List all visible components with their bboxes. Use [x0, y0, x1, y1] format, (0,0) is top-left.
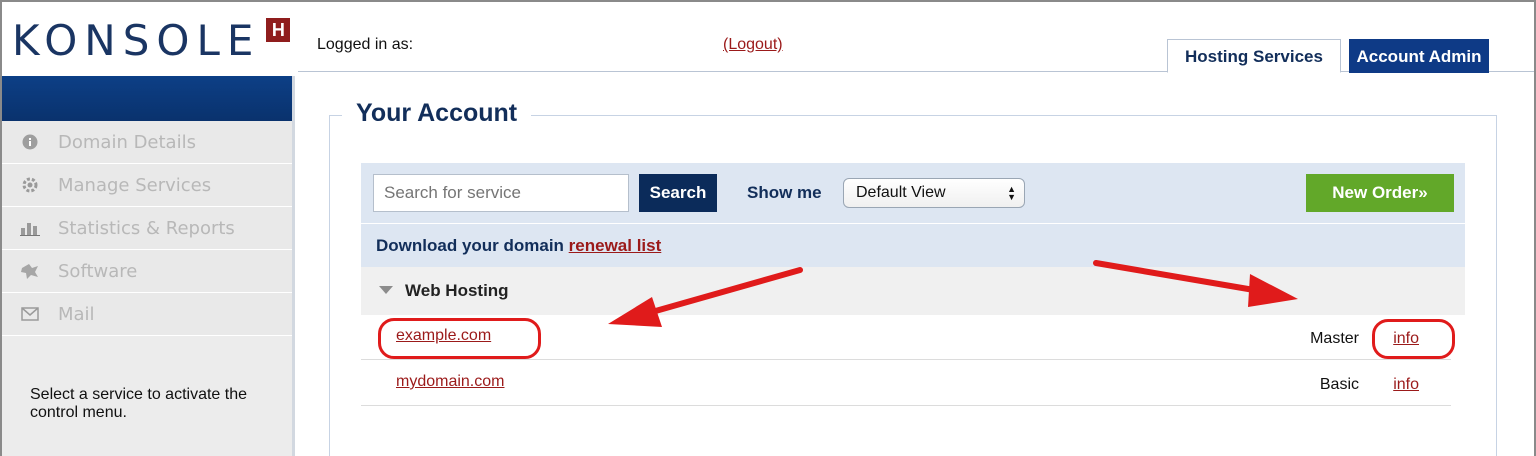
- view-select-value: Default View: [856, 184, 946, 201]
- collapse-triangle-icon: [379, 286, 393, 294]
- envelope-icon: [20, 305, 40, 323]
- sidebar: Domain Details Manage Services Statistic…: [2, 76, 295, 456]
- sidebar-item-software[interactable]: Software: [2, 250, 292, 293]
- sidebar-item-label: Software: [58, 260, 138, 282]
- sidebar-item-label: Manage Services: [58, 174, 212, 196]
- web-hosting-group[interactable]: Web Hosting: [361, 267, 1465, 315]
- sidebar-message: Select a service to activate the control…: [30, 386, 247, 421]
- renewal-list-link[interactable]: renewal list: [569, 236, 662, 255]
- sidebar-header-bar: [2, 76, 292, 121]
- search-input[interactable]: [373, 174, 629, 212]
- app-window: KONSOLE H Logged in as: (Logout) Hosting…: [0, 0, 1536, 456]
- plan-type: Master: [1310, 330, 1359, 347]
- logged-in-label: Logged in as:: [317, 36, 414, 53]
- select-arrows-icon: ▲ ▼: [1007, 184, 1016, 202]
- info-link[interactable]: info: [1393, 330, 1419, 348]
- domain-link[interactable]: mydomain.com: [396, 373, 504, 391]
- group-label: Web Hosting: [405, 281, 509, 300]
- renewal-text: Download your domain: [376, 236, 569, 255]
- info-link[interactable]: info: [1393, 376, 1419, 394]
- konsole-logo: KONSOLE H: [12, 16, 291, 66]
- renewal-row: Download your domain renewal list: [361, 223, 1465, 267]
- logout-link[interactable]: (Logout): [723, 36, 783, 54]
- plan-type: Basic: [1319, 376, 1359, 393]
- sidebar-item-statistics-reports[interactable]: Statistics & Reports: [2, 207, 292, 250]
- service-toolbar: Search Show me Default View ▲▼ New Order…: [361, 163, 1465, 223]
- tab-account-admin[interactable]: Account Admin: [1349, 39, 1489, 73]
- page-title: Your Account: [342, 99, 532, 128]
- sidebar-item-mail[interactable]: Mail: [2, 293, 292, 336]
- logo-text: KONSOLE: [12, 16, 261, 65]
- table-row: example.com Master info: [361, 315, 1451, 360]
- logo-badge: H: [266, 18, 291, 42]
- sidebar-item-label: Statistics & Reports: [58, 217, 235, 239]
- puzzle-icon: [20, 262, 40, 280]
- tab-hosting-services[interactable]: Hosting Services: [1167, 39, 1341, 73]
- sidebar-item-manage-services[interactable]: Manage Services: [2, 164, 292, 207]
- sidebar-item-label: Domain Details: [58, 131, 196, 153]
- gear-icon: [20, 176, 40, 194]
- new-order-button[interactable]: New Order»: [1306, 174, 1454, 212]
- domain-link[interactable]: example.com: [396, 327, 491, 345]
- table-row: mydomain.com Basic info: [361, 361, 1451, 406]
- bar-chart-icon: [20, 219, 40, 237]
- sidebar-item-label: Mail: [58, 303, 95, 325]
- info-icon: [20, 133, 40, 151]
- view-select[interactable]: Default View ▲ ▼: [843, 178, 1025, 208]
- show-me-label: Show me: [747, 183, 822, 202]
- search-button[interactable]: Search: [639, 174, 717, 212]
- sidebar-item-domain-details[interactable]: Domain Details: [2, 121, 292, 164]
